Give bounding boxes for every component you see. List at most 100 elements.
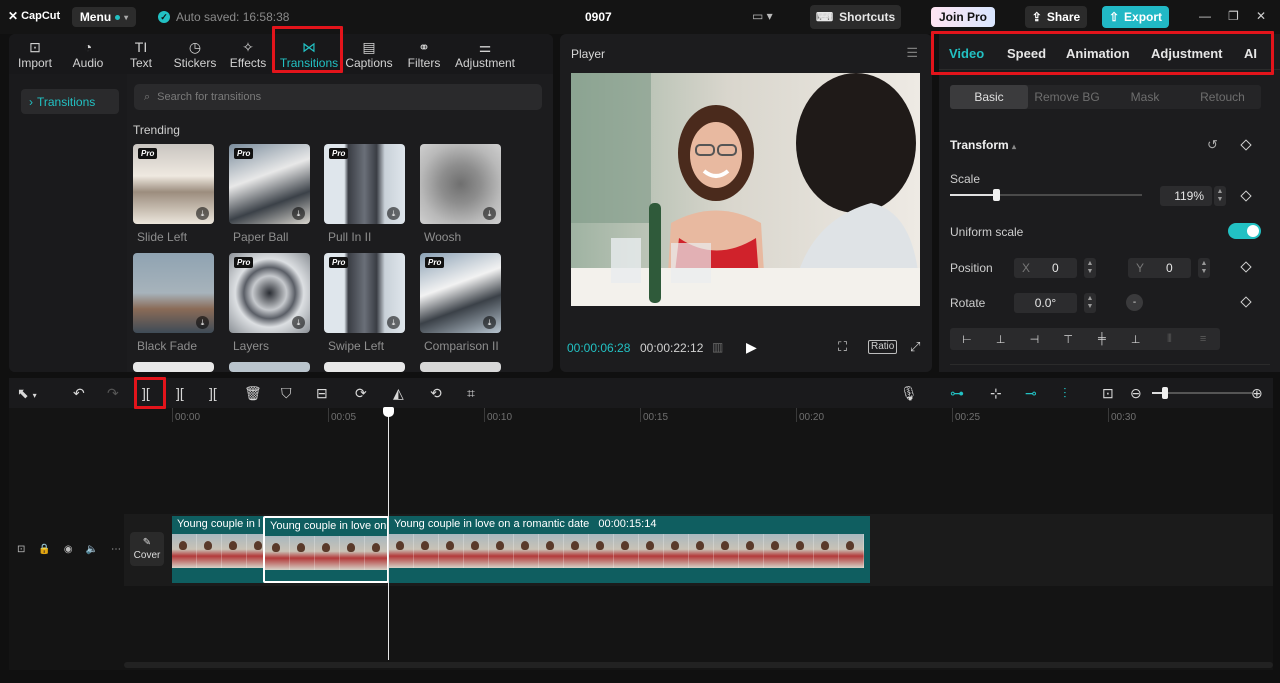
timeline-scrollbar[interactable]	[124, 662, 1273, 668]
transition-thumb-partial[interactable]	[420, 362, 501, 372]
marker-icon[interactable]: ⛉	[281, 384, 292, 402]
keyframe-icon[interactable]	[1240, 261, 1252, 273]
sub-tab-basic[interactable]: Basic	[950, 85, 1028, 109]
position-y-stepper[interactable]: ▲ ▼	[1198, 258, 1210, 278]
subnav-item-transitions[interactable]: › Transitions	[21, 89, 119, 114]
transition-thumb-slide-left[interactable]: Pro ⤓	[133, 144, 214, 224]
cover-button[interactable]: ✎ Cover	[130, 532, 164, 566]
eye-icon[interactable]: ◉	[64, 544, 73, 555]
download-icon[interactable]: ⤓	[387, 207, 400, 220]
shortcuts-button[interactable]: ⌨ Shortcuts	[810, 5, 901, 29]
playhead-handle[interactable]	[383, 407, 394, 417]
distribute-h-icon[interactable]: ⫴	[1153, 333, 1187, 346]
transition-thumb-partial[interactable]	[324, 362, 405, 372]
transition-thumb-comparison-ii[interactable]: Pro ⤓	[420, 253, 501, 333]
speaker-icon[interactable]: 🔈	[86, 544, 98, 555]
tab-effects[interactable]: ✧ Effects	[227, 34, 269, 74]
play-icon[interactable]: ▶	[746, 339, 757, 356]
mirror-icon[interactable]: ◭	[393, 384, 404, 402]
rotate-stepper[interactable]: ▲ ▼	[1084, 293, 1096, 313]
crop-icon[interactable]: ⌗	[467, 384, 475, 402]
sub-tab-mask[interactable]: Mask	[1106, 85, 1184, 109]
main-track-magnet-icon[interactable]: ⊶	[950, 384, 964, 402]
scale-slider-handle[interactable]	[993, 189, 1001, 201]
tab-stickers[interactable]: ◷ Stickers	[169, 34, 221, 74]
keyframe-icon[interactable]	[1240, 296, 1252, 308]
scale-stepper[interactable]: ▲ ▼	[1214, 186, 1226, 206]
transition-thumb-partial[interactable]	[133, 362, 214, 372]
transition-thumb-partial[interactable]	[229, 362, 310, 372]
download-icon[interactable]: ⤓	[292, 207, 305, 220]
select-cursor-icon[interactable]: ⬉ ▾	[17, 384, 37, 402]
scale-slider[interactable]	[950, 194, 1142, 196]
transition-thumb-woosh[interactable]: ⤓	[420, 144, 501, 224]
hamburger-menu-icon[interactable]: ☰	[906, 45, 918, 61]
align-left-icon[interactable]: ⊢	[950, 333, 984, 346]
download-icon[interactable]: ⤓	[483, 207, 496, 220]
rotate-icon[interactable]: ⟲	[430, 384, 442, 402]
sub-tab-remove-bg[interactable]: Remove BG	[1028, 85, 1106, 109]
timeline-clip[interactable]: Young couple in love on a romantic date …	[389, 516, 870, 583]
timeline-clip-selected[interactable]: Young couple in love on	[263, 516, 389, 583]
transform-section-title[interactable]: Transform ▴	[950, 138, 1016, 152]
download-icon[interactable]: ⤓	[483, 316, 496, 329]
download-icon[interactable]: ⤓	[196, 316, 209, 329]
align-bottom-icon[interactable]: ⊥	[1119, 333, 1153, 346]
tab-filters[interactable]: ⚭ Filters	[404, 34, 444, 74]
transition-thumb-paper-ball[interactable]: Pro ⤓	[229, 144, 310, 224]
restore-icon[interactable]: ❐	[1228, 9, 1239, 23]
delete-right-icon[interactable]: ][	[209, 384, 217, 402]
linkage-icon[interactable]: ⊸	[1025, 384, 1037, 402]
keyframe-icon[interactable]	[1240, 139, 1252, 151]
zoom-out-icon[interactable]: ⊖	[1130, 384, 1142, 402]
rotate-dial[interactable]: -	[1126, 294, 1143, 311]
video-preview[interactable]	[571, 73, 920, 306]
auto-snap-icon[interactable]: ⊹	[990, 384, 1002, 402]
tab-text[interactable]: TI Text	[122, 34, 160, 74]
playhead[interactable]	[388, 408, 389, 660]
microphone-icon[interactable]: 🎙	[900, 384, 918, 402]
transition-thumb-layers[interactable]: Pro ⤓	[229, 253, 310, 333]
freeze-frame-icon[interactable]: ⊟	[316, 384, 328, 402]
download-icon[interactable]: ⤓	[196, 207, 209, 220]
expand-icon[interactable]: ⤢	[910, 339, 920, 355]
delete-left-icon[interactable]: ][	[176, 384, 184, 402]
export-button[interactable]: ⇧ Export	[1102, 6, 1169, 28]
share-button[interactable]: ⇪ Share	[1025, 6, 1087, 28]
undo-icon[interactable]: ↶	[73, 384, 85, 402]
download-icon[interactable]: ⤓	[292, 316, 305, 329]
search-input[interactable]: ⌕ Search for transitions	[134, 84, 542, 110]
scale-value-field[interactable]: 119%	[1160, 186, 1212, 206]
lock-icon[interactable]: 🔒	[38, 544, 50, 555]
align-middle-icon[interactable]: ╪	[1085, 333, 1119, 345]
align-center-h-icon[interactable]: ⊥	[984, 333, 1018, 346]
fit-timeline-icon[interactable]: ⊡	[1102, 384, 1114, 402]
keyframe-icon[interactable]	[1240, 190, 1252, 202]
position-x-stepper[interactable]: ▲ ▼	[1084, 258, 1096, 278]
zoom-slider-handle[interactable]	[1162, 387, 1168, 399]
preview-axis-icon[interactable]: ⫶	[1063, 384, 1067, 402]
position-y-field[interactable]: Y0	[1128, 258, 1191, 278]
download-icon[interactable]: ⤓	[387, 316, 400, 329]
position-x-field[interactable]: X0	[1014, 258, 1077, 278]
tab-adjustment[interactable]: ⚌ Adjustment	[452, 34, 518, 74]
ratio-button[interactable]: Ratio	[868, 340, 898, 354]
menu-button[interactable]: Menu ▾	[72, 7, 136, 27]
fullscreen-screenshot-icon[interactable]: ⛶	[838, 339, 847, 355]
join-pro-button[interactable]: Join Pro	[931, 7, 995, 27]
distribute-v-icon[interactable]: ≡	[1186, 333, 1220, 345]
align-top-icon[interactable]: ⊤	[1051, 333, 1085, 346]
minimize-icon[interactable]: —	[1199, 9, 1211, 23]
layout-icon[interactable]: ▭ ▾	[752, 9, 773, 23]
transition-thumb-pull-in-ii[interactable]: Pro ⤓	[324, 144, 405, 224]
transition-thumb-black-fade[interactable]: ⤓	[133, 253, 214, 333]
delete-icon[interactable]: 🗑	[244, 384, 262, 402]
sub-tab-retouch[interactable]: Retouch	[1184, 85, 1261, 109]
redo-icon[interactable]: ↷	[107, 384, 119, 402]
tab-audio[interactable]: ◔ Audio	[67, 34, 109, 74]
reset-icon[interactable]: ↺	[1207, 137, 1218, 153]
close-icon[interactable]: ✕	[1256, 9, 1266, 23]
reverse-icon[interactable]: ⟳	[355, 384, 367, 402]
project-title[interactable]: 0907	[585, 10, 612, 24]
tab-captions[interactable]: ▤ Captions	[343, 34, 395, 74]
